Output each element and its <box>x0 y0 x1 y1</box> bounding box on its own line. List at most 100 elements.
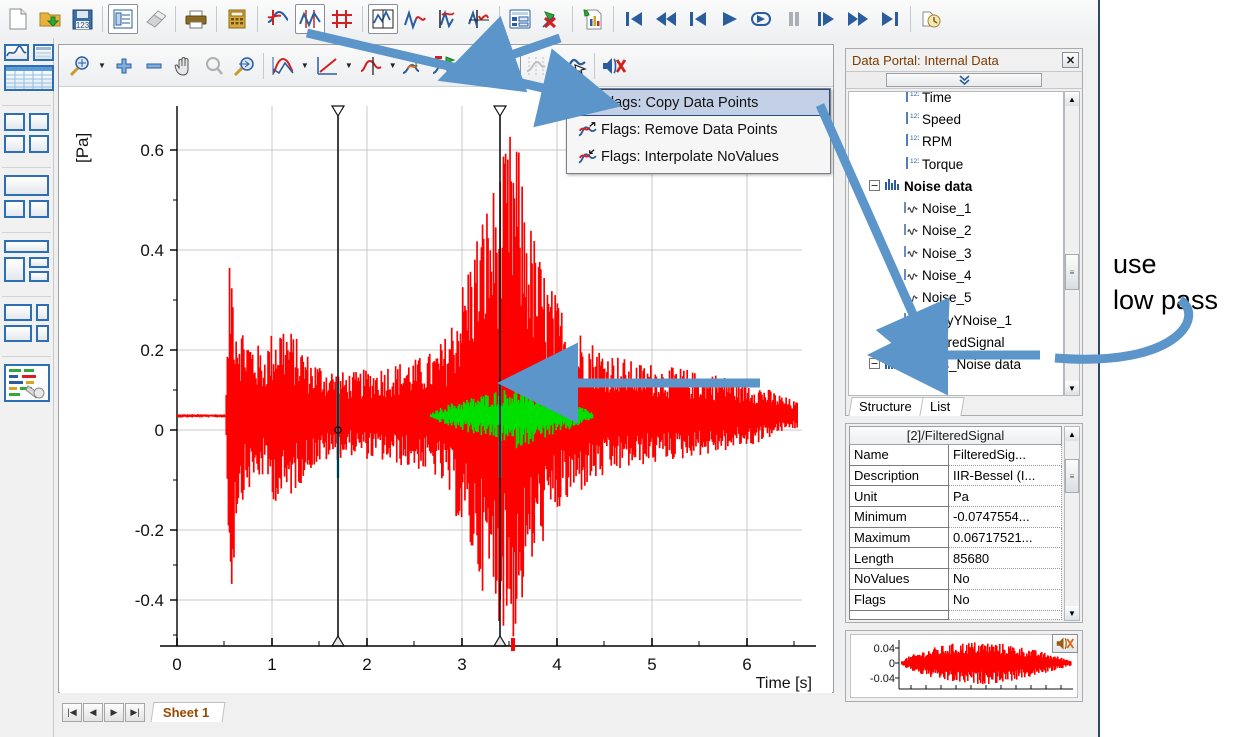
data-portal-button[interactable] <box>108 4 138 34</box>
plot-svg[interactable]: 0.6 0.4 0.2 0 -0.2 -0.4 [Pa] 0 1 2 3 4 5 6 T… <box>60 88 832 693</box>
flags-add-button[interactable] <box>401 51 429 81</box>
zoom-fit-button[interactable] <box>230 51 258 81</box>
flags-dropdown-menu[interactable]: Flags: Copy Data Points Flags: Remove Da… <box>566 88 831 174</box>
tree-item-rpm[interactable]: 123 RPM <box>849 131 1063 153</box>
pan-hand-button[interactable] <box>170 51 198 81</box>
tree-scrollbar[interactable]: ▲ ≡ ▼ <box>1064 91 1080 396</box>
tree-item-noise-3[interactable]: Noise_3 <box>849 242 1063 264</box>
sheet-first-button[interactable]: |◀ <box>62 702 82 722</box>
curve-peaks-red-button[interactable] <box>400 4 430 34</box>
sheet-last-button[interactable]: ▶| <box>125 702 145 722</box>
fast-forward-button[interactable] <box>843 4 873 34</box>
tab-list[interactable]: List <box>919 397 965 416</box>
layout-wide-left-b-icon[interactable] <box>4 325 32 342</box>
print-button[interactable] <box>181 4 211 34</box>
flags-remove-button[interactable] <box>431 51 459 81</box>
scroll-up-button[interactable]: ▲ <box>1065 427 1079 441</box>
layout-small-right-a-icon[interactable] <box>35 304 49 321</box>
rewind-button[interactable] <box>651 4 681 34</box>
tree-item-noise-1[interactable]: Noise_1 <box>849 197 1063 219</box>
step-forward-button[interactable] <box>811 4 841 34</box>
tree-item-time[interactable]: 123 Time <box>849 92 1063 108</box>
zoom-reset-button[interactable] <box>200 51 228 81</box>
tree-item-torque[interactable]: 123 Torque <box>849 153 1063 175</box>
zoom-out-button[interactable] <box>140 51 168 81</box>
expand-collapse-icon[interactable] <box>867 357 882 372</box>
layout-right-top-icon[interactable] <box>29 257 49 268</box>
curve-grid-red-button[interactable] <box>327 4 357 34</box>
curve-cursor-button[interactable] <box>561 51 589 81</box>
flags-copy-dropdown-button[interactable]: ▼ <box>498 52 521 79</box>
peak-search-dropdown-arrow[interactable]: ▼ <box>298 61 312 70</box>
layout-header-bar-icon[interactable] <box>4 240 49 253</box>
layout-quad-tr-icon[interactable] <box>28 113 49 131</box>
layout-quad-bl-icon[interactable] <box>4 135 25 153</box>
graph-box-button[interactable] <box>368 4 398 34</box>
zoom-in-button[interactable] <box>110 51 138 81</box>
go-last-button[interactable] <box>875 4 905 34</box>
grid-points-button[interactable] <box>522 51 550 81</box>
scroll-down-button[interactable]: ▼ <box>1065 381 1079 395</box>
speaker-mute-icon[interactable] <box>1052 634 1078 653</box>
expand-collapse-icon[interactable] <box>867 179 882 194</box>
tree-item-copyynoise-1[interactable]: CopyYNoise_1 <box>849 309 1063 331</box>
menu-item-flags-remove-data-points[interactable]: Flags: Remove Data Points <box>567 116 830 143</box>
band-button[interactable] <box>357 51 385 81</box>
tree-item-noise-2[interactable]: Noise_2 <box>849 220 1063 242</box>
tab-structure[interactable]: Structure <box>848 397 927 416</box>
eraser-button[interactable] <box>140 4 170 34</box>
play-loop-button[interactable] <box>747 4 777 34</box>
close-icon[interactable]: ✕ <box>1062 52 1079 68</box>
flags-copy-data-points-button[interactable] <box>469 50 498 81</box>
layout-wide-left-a-icon[interactable] <box>4 304 32 321</box>
tree-group-noise-data[interactable]: Noise data <box>849 175 1063 197</box>
table-row[interactable]: NoValues No <box>849 569 1062 590</box>
sheet-tab[interactable]: Sheet 1 <box>150 702 226 722</box>
table-row-partial[interactable] <box>849 610 1062 620</box>
tree-item-speed[interactable]: 123 Speed <box>849 108 1063 130</box>
pause-button[interactable] <box>779 4 809 34</box>
table-row[interactable]: Maximum 0.06717521... <box>849 527 1062 549</box>
zoom-band-dropdown-arrow[interactable]: ▼ <box>95 61 109 70</box>
tree-item-noise-4[interactable]: Noise_4 <box>849 264 1063 286</box>
table-row[interactable]: Unit Pa <box>849 486 1062 508</box>
pin-delete-button[interactable] <box>537 4 567 34</box>
tree-group-results-noise-data[interactable]: Results_Noise data <box>849 354 1063 376</box>
step-back-button[interactable] <box>683 4 713 34</box>
scroll-thumb[interactable]: ≡ <box>1065 254 1079 290</box>
open-file-button[interactable] <box>35 4 65 34</box>
layout-right-bottom-icon[interactable] <box>29 271 49 282</box>
scroll-down-button[interactable]: ▼ <box>1065 606 1079 620</box>
scroll-up-button[interactable]: ▲ <box>1065 92 1079 106</box>
curve-flag-button[interactable] <box>263 4 293 34</box>
calculator-button[interactable] <box>222 4 252 34</box>
layout-top-wide-icon[interactable] <box>4 175 49 196</box>
scroll-thumb[interactable]: ≡ <box>1065 459 1079 493</box>
properties-scrollbar[interactable]: ▲ ≡ ▼ <box>1064 426 1080 621</box>
curve-zigzag-button[interactable] <box>295 4 325 34</box>
new-file-button[interactable] <box>3 4 33 34</box>
band-dropdown-arrow[interactable]: ▼ <box>386 61 400 70</box>
go-first-button[interactable] <box>619 4 649 34</box>
table-row[interactable]: Length 85680 <box>849 548 1062 570</box>
channel-preview-plot[interactable]: 0.04 0 -0.04 <box>850 634 1078 698</box>
menu-item-flags-copy-data-points[interactable]: Flags: Copy Data Points <box>567 89 830 116</box>
layout-small-right-b-icon[interactable] <box>35 325 49 342</box>
sound-mute-button[interactable] <box>600 51 628 81</box>
table-row[interactable]: Description IIR-Bessel (I... <box>849 465 1062 487</box>
layout-left-big-icon[interactable] <box>4 257 25 282</box>
curve-axis-button[interactable] <box>432 4 462 34</box>
table-row[interactable]: Name FilteredSig... <box>849 445 1062 466</box>
menu-item-flags-interpolate-novalues[interactable]: Flags: Interpolate NoValues <box>567 143 830 170</box>
data-portal-tree[interactable]: 123 Time 123 Speed 123 RPM 123 Torque <box>848 91 1064 396</box>
play-button[interactable] <box>715 4 745 34</box>
regression-button[interactable] <box>313 51 341 81</box>
layout-curve-table-icon[interactable] <box>4 44 29 61</box>
table-row[interactable]: Flags No <box>849 589 1062 611</box>
table-grid-small-icon[interactable] <box>33 44 54 61</box>
report-chart-button[interactable] <box>578 4 608 34</box>
sheet-prev-button[interactable]: ◀ <box>83 702 103 722</box>
tree-item-noise-5[interactable]: Noise_5 <box>849 287 1063 309</box>
signal-plot[interactable]: 0.6 0.4 0.2 0 -0.2 -0.4 [Pa] 0 1 2 3 4 5 6 T… <box>60 88 832 693</box>
tree-item-filteredsignal[interactable]: FilteredSignal <box>849 331 1063 353</box>
